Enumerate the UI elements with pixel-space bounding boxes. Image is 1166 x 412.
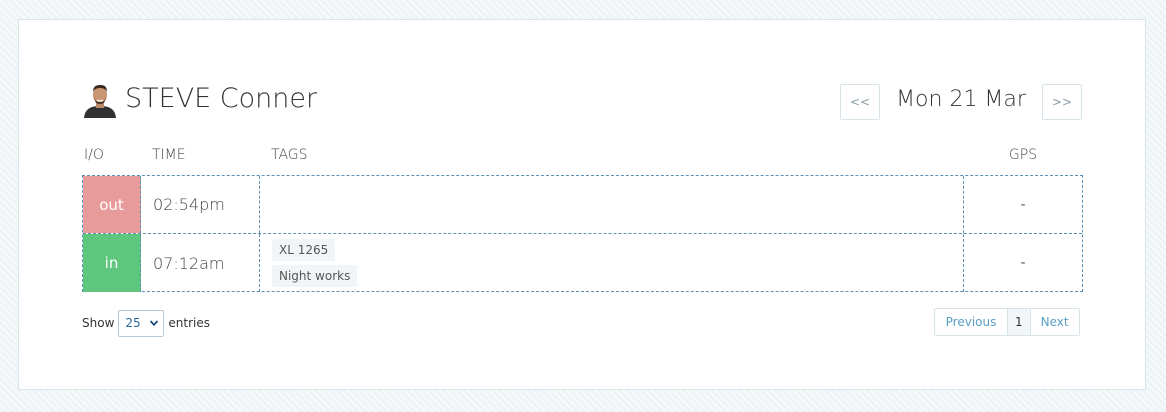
- show-label: Show: [82, 316, 115, 330]
- pagination: Previous 1 Next: [934, 308, 1080, 336]
- time-cell: 07:12am: [141, 234, 260, 292]
- time-cell: 02:54pm: [141, 176, 260, 233]
- io-status-badge: in: [83, 234, 141, 292]
- entries-label: entries: [168, 316, 210, 330]
- column-header-tags: TAGS: [271, 147, 308, 163]
- tags-cell: [260, 176, 964, 233]
- next-page-button[interactable]: Next: [1031, 309, 1079, 335]
- page-1-button[interactable]: 1: [1007, 309, 1031, 335]
- employee-avatar: [82, 82, 118, 118]
- next-day-button[interactable]: >>: [1042, 84, 1082, 120]
- column-header-gps: GPS: [1008, 147, 1038, 163]
- previous-day-button[interactable]: <<: [840, 84, 880, 120]
- gps-cell: -: [1020, 196, 1026, 213]
- column-header-io: I/O: [84, 147, 104, 163]
- table-row: in 07:12am XL 1265 Night works -: [83, 233, 1082, 292]
- clock-events-table: out 02:54pm - in 07:12am XL 1265 Night w…: [82, 175, 1083, 292]
- day-header: STEVE Conner << Mon 21 Mar >>: [82, 80, 1083, 120]
- column-header-time: TIME: [152, 147, 186, 163]
- page-length-select[interactable]: 25: [118, 309, 165, 337]
- current-date: Mon 21 Mar: [896, 87, 1026, 112]
- tags-cell: XL 1265 Night works: [260, 234, 964, 292]
- employee-name: STEVE Conner: [125, 83, 318, 114]
- tag-chip: Night works: [272, 265, 358, 287]
- chevron-down-icon: [150, 319, 159, 326]
- table-row: out 02:54pm -: [83, 176, 1082, 233]
- page-length-value: 25: [125, 316, 141, 330]
- gps-cell: -: [1020, 255, 1026, 271]
- tag-chip: XL 1265: [272, 239, 336, 261]
- previous-page-button[interactable]: Previous: [935, 309, 1007, 335]
- io-status-badge: out: [83, 176, 141, 233]
- page-length-control: Show 25 entries: [82, 309, 210, 337]
